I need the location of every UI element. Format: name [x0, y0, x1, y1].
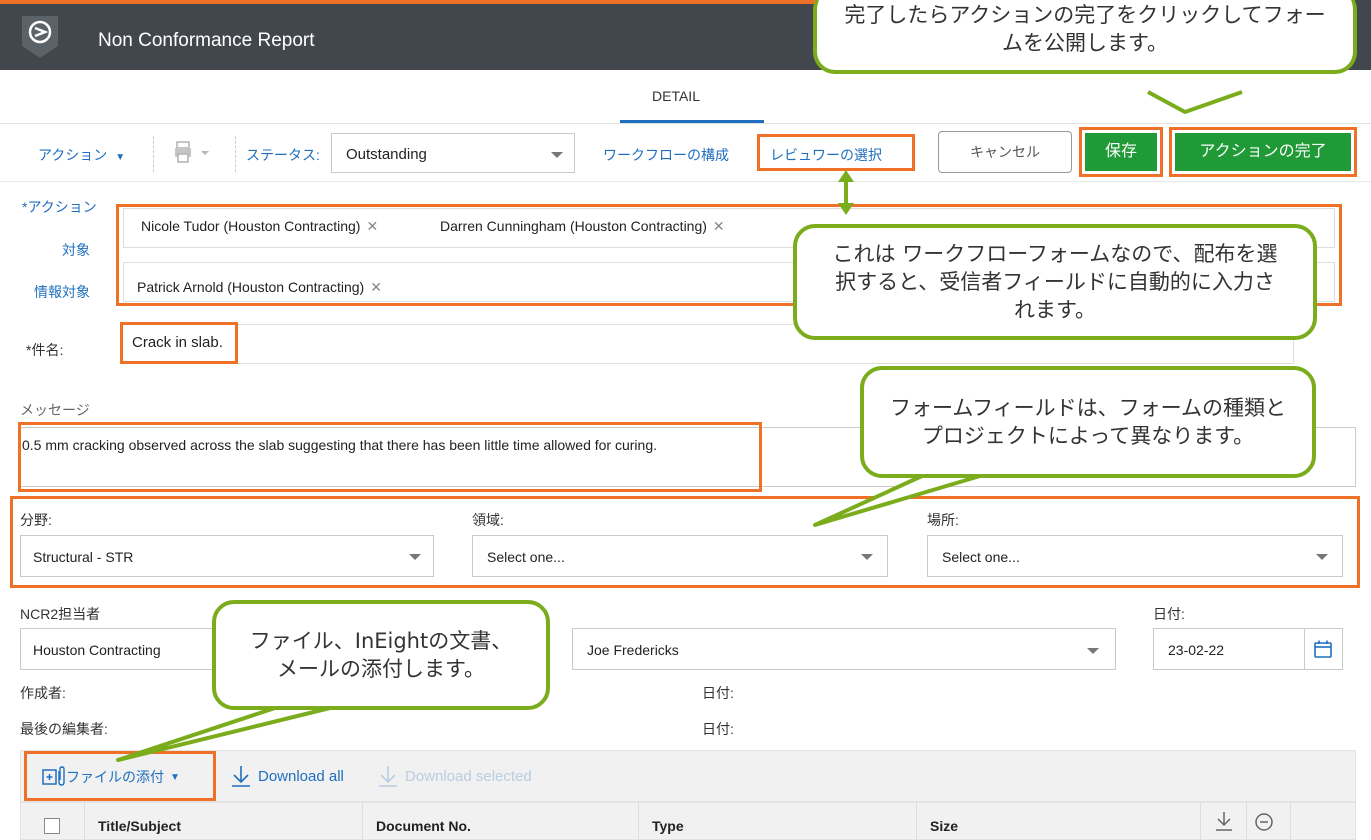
callout-attachments: ファイル、InEightの文書、メールの添付します。 — [212, 600, 550, 710]
callout-workflow-recipients: これは ワークフローフォームなので、配布を選択すると、受信者フィールドに自動的に… — [793, 224, 1317, 340]
callout-form-fields: フォームフィールドは、フォームの種類とプロジェクトによって異なります。 — [860, 366, 1316, 478]
callout-complete-action: 完了したらアクションの完了をクリックしてフォームを公開します。 — [813, 0, 1357, 74]
